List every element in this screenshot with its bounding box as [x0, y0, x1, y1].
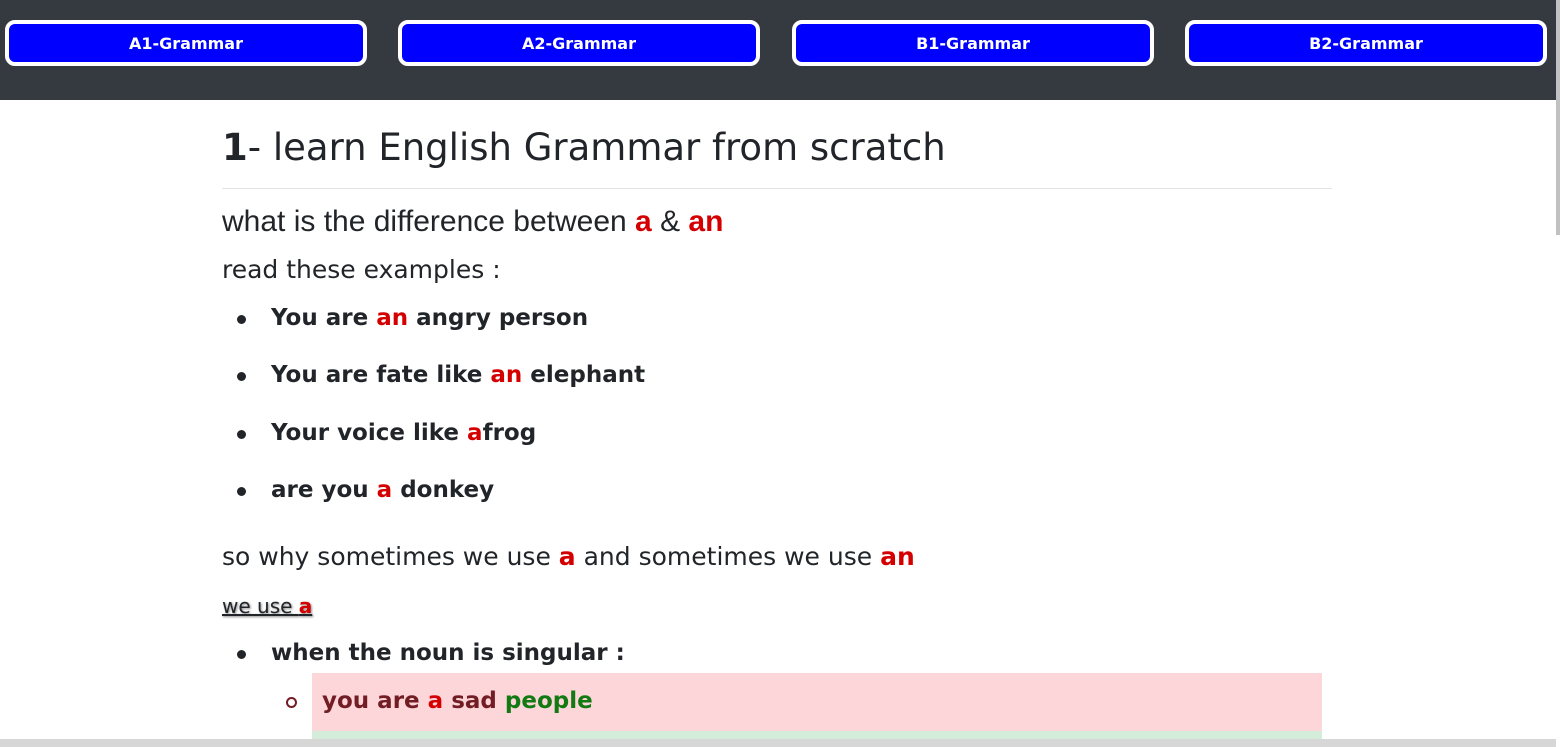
bullet-dot — [237, 650, 246, 659]
vertical-scrollbar[interactable] — [1556, 0, 1560, 235]
bullet-dot — [237, 315, 246, 324]
we-use-a-heading: we use a — [222, 594, 313, 618]
top-navbar: A1-Grammar A2-Grammar B1-Grammar B2-Gram… — [0, 0, 1556, 100]
nav-button-b1-grammar[interactable]: B1-Grammar — [792, 20, 1154, 66]
bullet-dot — [237, 487, 246, 496]
horizontal-scrollbar[interactable] — [0, 739, 1556, 747]
read-examples-label: read these examples : — [222, 255, 501, 284]
wrong-example-text: you are a sad people — [322, 688, 593, 714]
nav-button-b2-grammar[interactable]: B2-Grammar — [1185, 20, 1547, 66]
circle-bullet-icon — [286, 697, 297, 708]
nav-button-a1-grammar[interactable]: A1-Grammar — [5, 20, 367, 66]
title-divider — [222, 188, 1332, 189]
difference-question: what is the difference between a & an — [222, 205, 724, 238]
why-question: so why sometimes we use a and sometimes … — [222, 542, 915, 571]
page-title: 1- learn English Grammar from scratch — [222, 126, 946, 169]
nav-button-a2-grammar[interactable]: A2-Grammar — [398, 20, 760, 66]
bullet-dot — [237, 372, 246, 381]
bullet-dot — [237, 430, 246, 439]
